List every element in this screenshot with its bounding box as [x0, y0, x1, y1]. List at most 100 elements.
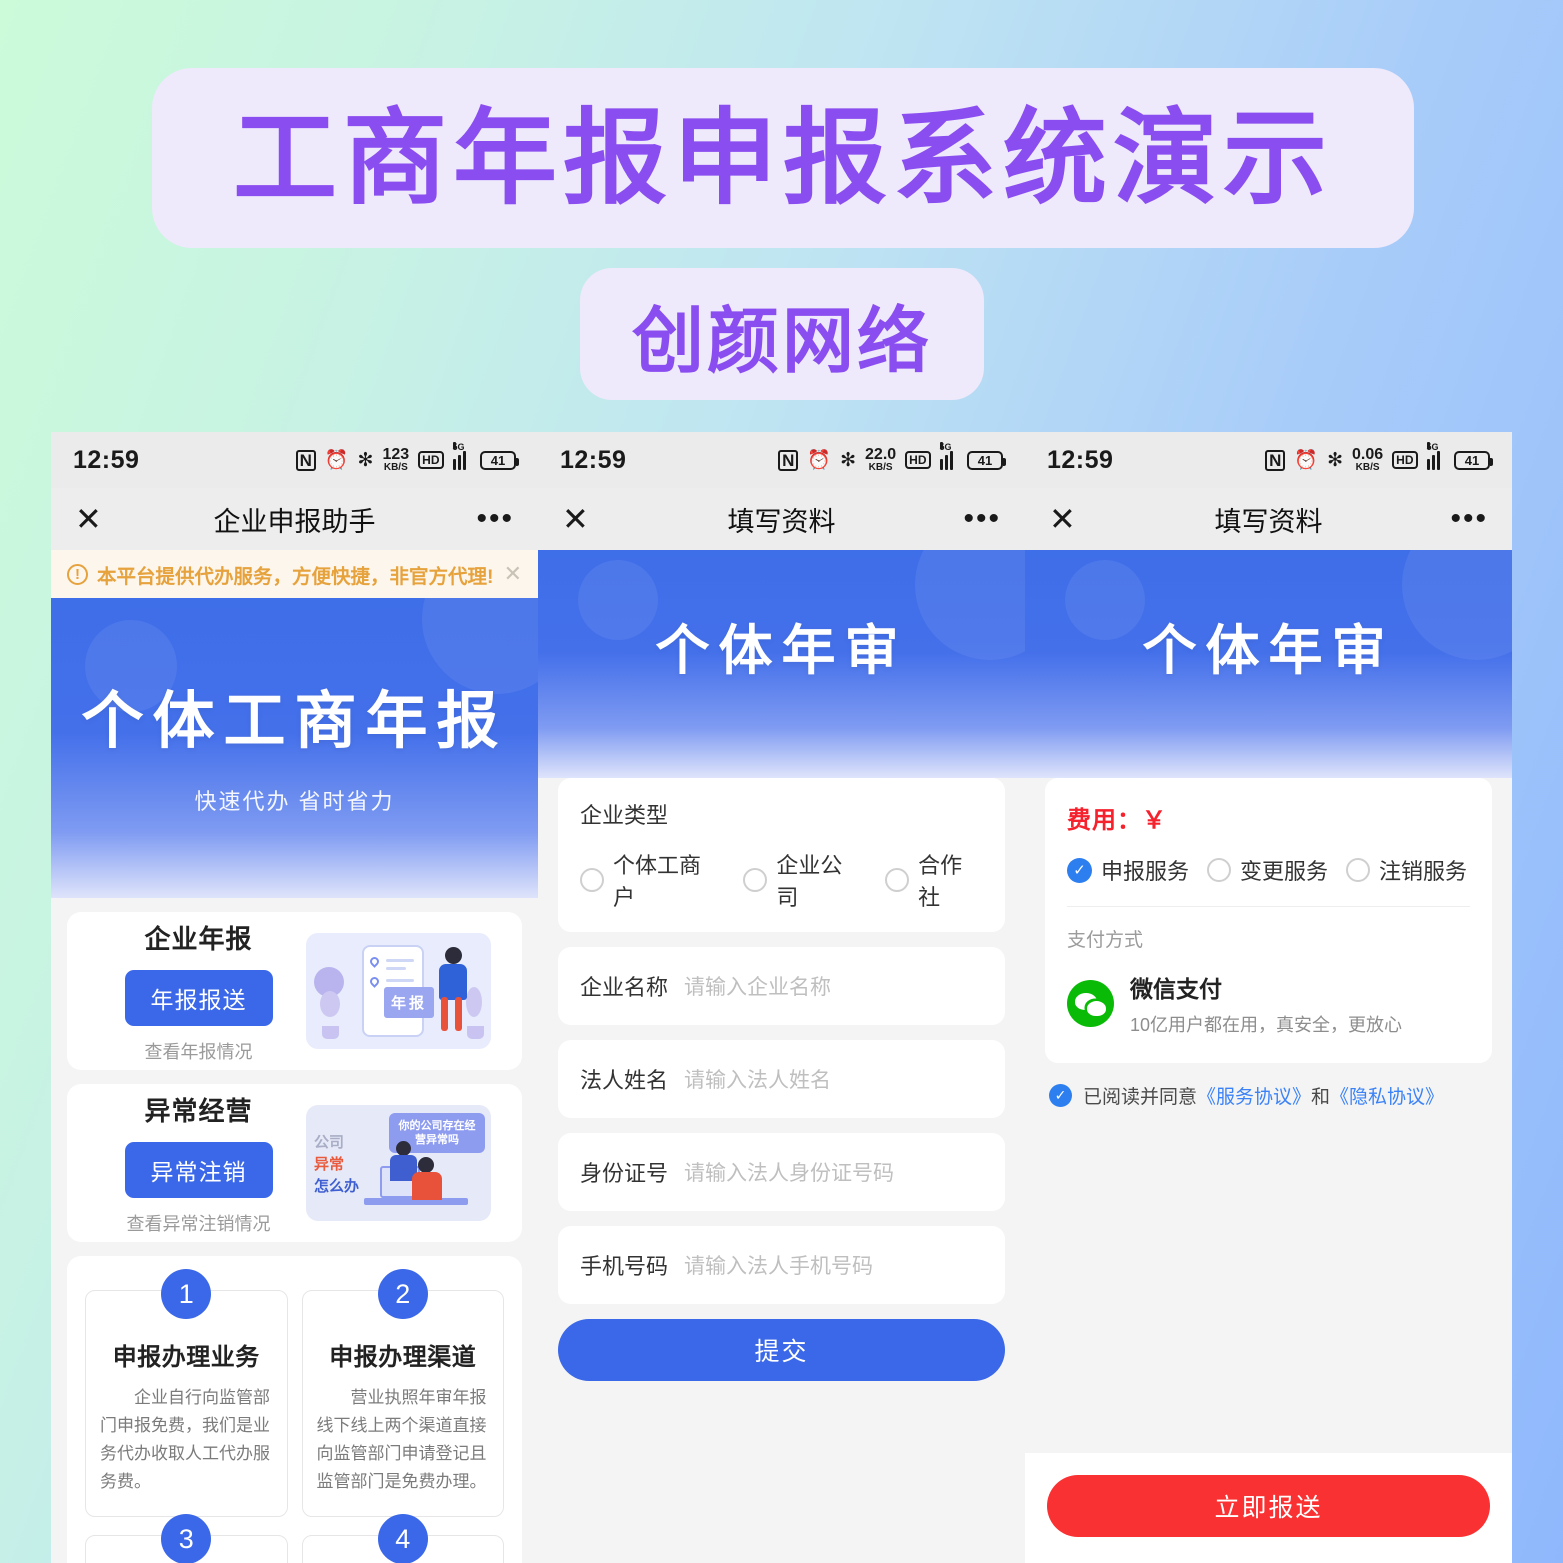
- hero-title: 个体年审: [655, 621, 908, 681]
- field-legal-person-name[interactable]: 法人姓名 请输入法人姓名: [558, 1040, 1005, 1118]
- enterprise-type-card: 企业类型 个体工商户 企业公司 合作社: [558, 778, 1005, 932]
- alarm-icon: ⏰: [807, 449, 832, 471]
- radio-circle-icon[interactable]: [1346, 858, 1371, 882]
- service-card-annual-report[interactable]: 企业年报 年报报送 查看年报情况 年报: [67, 912, 522, 1070]
- abnormal-cancel-button[interactable]: 异常注销: [124, 1141, 273, 1198]
- signal-icon: 5G: [452, 442, 472, 470]
- nav-bar: ✕ 企业申报助手 •••: [51, 488, 538, 550]
- radio-option-company[interactable]: 企业公司: [743, 848, 863, 912]
- status-time: 12:59: [560, 445, 627, 474]
- annual-report-illustration: 年报: [306, 933, 491, 1049]
- step-card: 1 申报办理业务 企业自行向监管部门申报免费，我们是业务代办收取人工代办服务费。: [85, 1269, 288, 1518]
- info-icon: !: [67, 563, 88, 585]
- application-form: 企业类型 个体工商户 企业公司 合作社 企业名称 请输入企业名称 法人姓名 请输…: [538, 778, 1025, 1381]
- field-enterprise-name[interactable]: 企业名称 请输入企业名称: [558, 947, 1005, 1025]
- service-card-note[interactable]: 查看年报情况: [91, 1038, 306, 1064]
- annual-report-submit-button[interactable]: 年报报送: [124, 969, 273, 1026]
- enterprise-name-input[interactable]: 请输入企业名称: [684, 971, 831, 1001]
- step-number: 3: [161, 1514, 212, 1563]
- page-title: 填写资料: [1214, 506, 1323, 537]
- data-rate-unit: KB/S: [383, 462, 408, 473]
- more-options-icon[interactable]: •••: [963, 504, 1001, 534]
- legal-person-name-input[interactable]: 请输入法人姓名: [684, 1064, 831, 1094]
- data-rate-unit: KB/S: [868, 462, 893, 473]
- promo-subtitle: 创颜网络: [631, 298, 932, 383]
- nfc-icon: N: [295, 449, 316, 471]
- service-option-change[interactable]: 变更服务: [1207, 854, 1328, 886]
- alarm-icon: ⏰: [324, 449, 349, 471]
- hero-title: 个体年审: [1142, 621, 1395, 681]
- agreement-checkbox[interactable]: ✓: [1049, 1084, 1072, 1107]
- radio-label: 申报服务: [1101, 859, 1190, 884]
- radio-option-cooperative[interactable]: 合作社: [885, 848, 983, 912]
- agreement-row[interactable]: ✓ 已阅读并同意《服务协议》和《隐私协议》: [1045, 1082, 1492, 1109]
- notice-text: 本平台提供代办服务，方便快捷，非官方代理!: [97, 565, 494, 588]
- hero-title: 个体工商年报: [81, 687, 508, 756]
- network-type-label: 5G: [1426, 442, 1439, 452]
- hero-subtitle: 快速代办 省时省力: [194, 789, 395, 814]
- service-card-title: 企业年报: [144, 923, 253, 954]
- payment-method-label: 支付方式: [1067, 930, 1144, 951]
- fee-label: 费用：￥: [1067, 807, 1167, 834]
- battery-icon: 41: [1454, 450, 1493, 470]
- hero-banner: 个体工商年报 快速代办 省时省力: [51, 598, 538, 898]
- privacy-agreement-link[interactable]: 《隐私协议》: [1330, 1087, 1444, 1108]
- field-phone-number[interactable]: 手机号码 请输入法人手机号码: [558, 1226, 1005, 1304]
- battery-icon: 41: [967, 450, 1006, 470]
- service-type-options: ✓ 申报服务 变更服务 注销服务: [1067, 854, 1470, 907]
- more-options-icon[interactable]: •••: [476, 504, 514, 534]
- step-title: 申报办理渠道: [329, 1344, 477, 1371]
- hd-icon: HD: [905, 451, 931, 469]
- payment-card: 费用：￥ ✓ 申报服务 变更服务 注销服务 支付方式 微信支付 10亿用户都在用…: [1045, 778, 1492, 1063]
- illustration-text-3: 怎么办: [314, 1178, 360, 1195]
- submit-button[interactable]: 提交: [558, 1319, 1005, 1381]
- field-label: 企业名称: [580, 975, 669, 1000]
- service-card-note[interactable]: 查看异常注销情况: [91, 1210, 306, 1236]
- page-title: 填写资料: [727, 506, 836, 537]
- payment-method-name: 微信支付: [1130, 976, 1222, 1002]
- radio-circle-icon[interactable]: [743, 868, 768, 892]
- radio-circle-icon[interactable]: [580, 868, 604, 892]
- service-card-abnormal-operation[interactable]: 异常经营 异常注销 查看异常注销情况 你的公司存在经营异常吗 公司 异常 怎么办: [67, 1084, 522, 1242]
- status-time: 12:59: [73, 445, 140, 474]
- field-id-number[interactable]: 身份证号 请输入法人身份证号码: [558, 1133, 1005, 1211]
- notice-close-icon[interactable]: ✕: [504, 563, 522, 585]
- step-number: 2: [377, 1269, 428, 1319]
- data-rate-value: 0.06: [1352, 446, 1384, 463]
- phone-screen-payment: 12:59 N ⏰ ✻ 0.06 KB/S HD 5G 41 ✕ 填写资料 ••: [1025, 432, 1512, 1563]
- radio-circle-icon[interactable]: [885, 868, 910, 892]
- step-title: 申报办理业务: [112, 1344, 260, 1371]
- id-number-input[interactable]: 请输入法人身份证号码: [684, 1157, 894, 1187]
- submit-report-button[interactable]: 立即报送: [1047, 1475, 1490, 1537]
- promo-title: 工商年报申报系统演示: [232, 97, 1333, 219]
- hd-icon: HD: [1392, 451, 1418, 469]
- radio-label: 变更服务: [1240, 859, 1329, 884]
- enterprise-type-label: 企业类型: [580, 803, 669, 828]
- step-description: 企业自行向监管部门申报免费，我们是业务代办收取人工代办服务费。: [100, 1388, 270, 1492]
- signal-icon: 5G: [939, 442, 959, 470]
- service-option-declare[interactable]: ✓ 申报服务: [1067, 854, 1189, 886]
- radio-checked-icon[interactable]: ✓: [1067, 857, 1092, 883]
- wechat-icon: [1067, 980, 1114, 1027]
- agreement-middle: 和: [1311, 1087, 1331, 1108]
- hd-icon: HD: [418, 451, 444, 469]
- payment-method-wechat[interactable]: 微信支付 10亿用户都在用，真安全，更放心: [1067, 970, 1470, 1037]
- network-type-label: 5G: [939, 442, 952, 452]
- radio-label: 个体工商户: [613, 853, 702, 910]
- more-options-icon[interactable]: •••: [1450, 504, 1488, 534]
- phone-number-input[interactable]: 请输入法人手机号码: [684, 1250, 873, 1280]
- data-rate-value: 22.0: [865, 446, 897, 463]
- service-agreement-link[interactable]: 《服务协议》: [1197, 1087, 1311, 1108]
- radio-option-individual[interactable]: 个体工商户: [580, 848, 721, 912]
- phone-screen-form: 12:59 N ⏰ ✻ 22.0 KB/S HD 5G 41 ✕ 填写资料 ••: [538, 432, 1025, 1563]
- data-rate-value: 123: [382, 446, 410, 463]
- service-option-cancel[interactable]: 注销服务: [1346, 854, 1467, 886]
- abnormal-operation-illustration: 你的公司存在经营异常吗 公司 异常 怎么办: [306, 1105, 491, 1221]
- radio-circle-icon[interactable]: [1207, 858, 1232, 882]
- bluetooth-icon: ✻: [840, 449, 857, 471]
- promo-subtitle-box: 创颜网络: [580, 268, 984, 400]
- field-label: 身份证号: [580, 1161, 669, 1186]
- hero-banner: 个体年审: [538, 550, 1025, 778]
- radio-label: 企业公司: [776, 853, 843, 910]
- battery-icon: 41: [480, 450, 519, 470]
